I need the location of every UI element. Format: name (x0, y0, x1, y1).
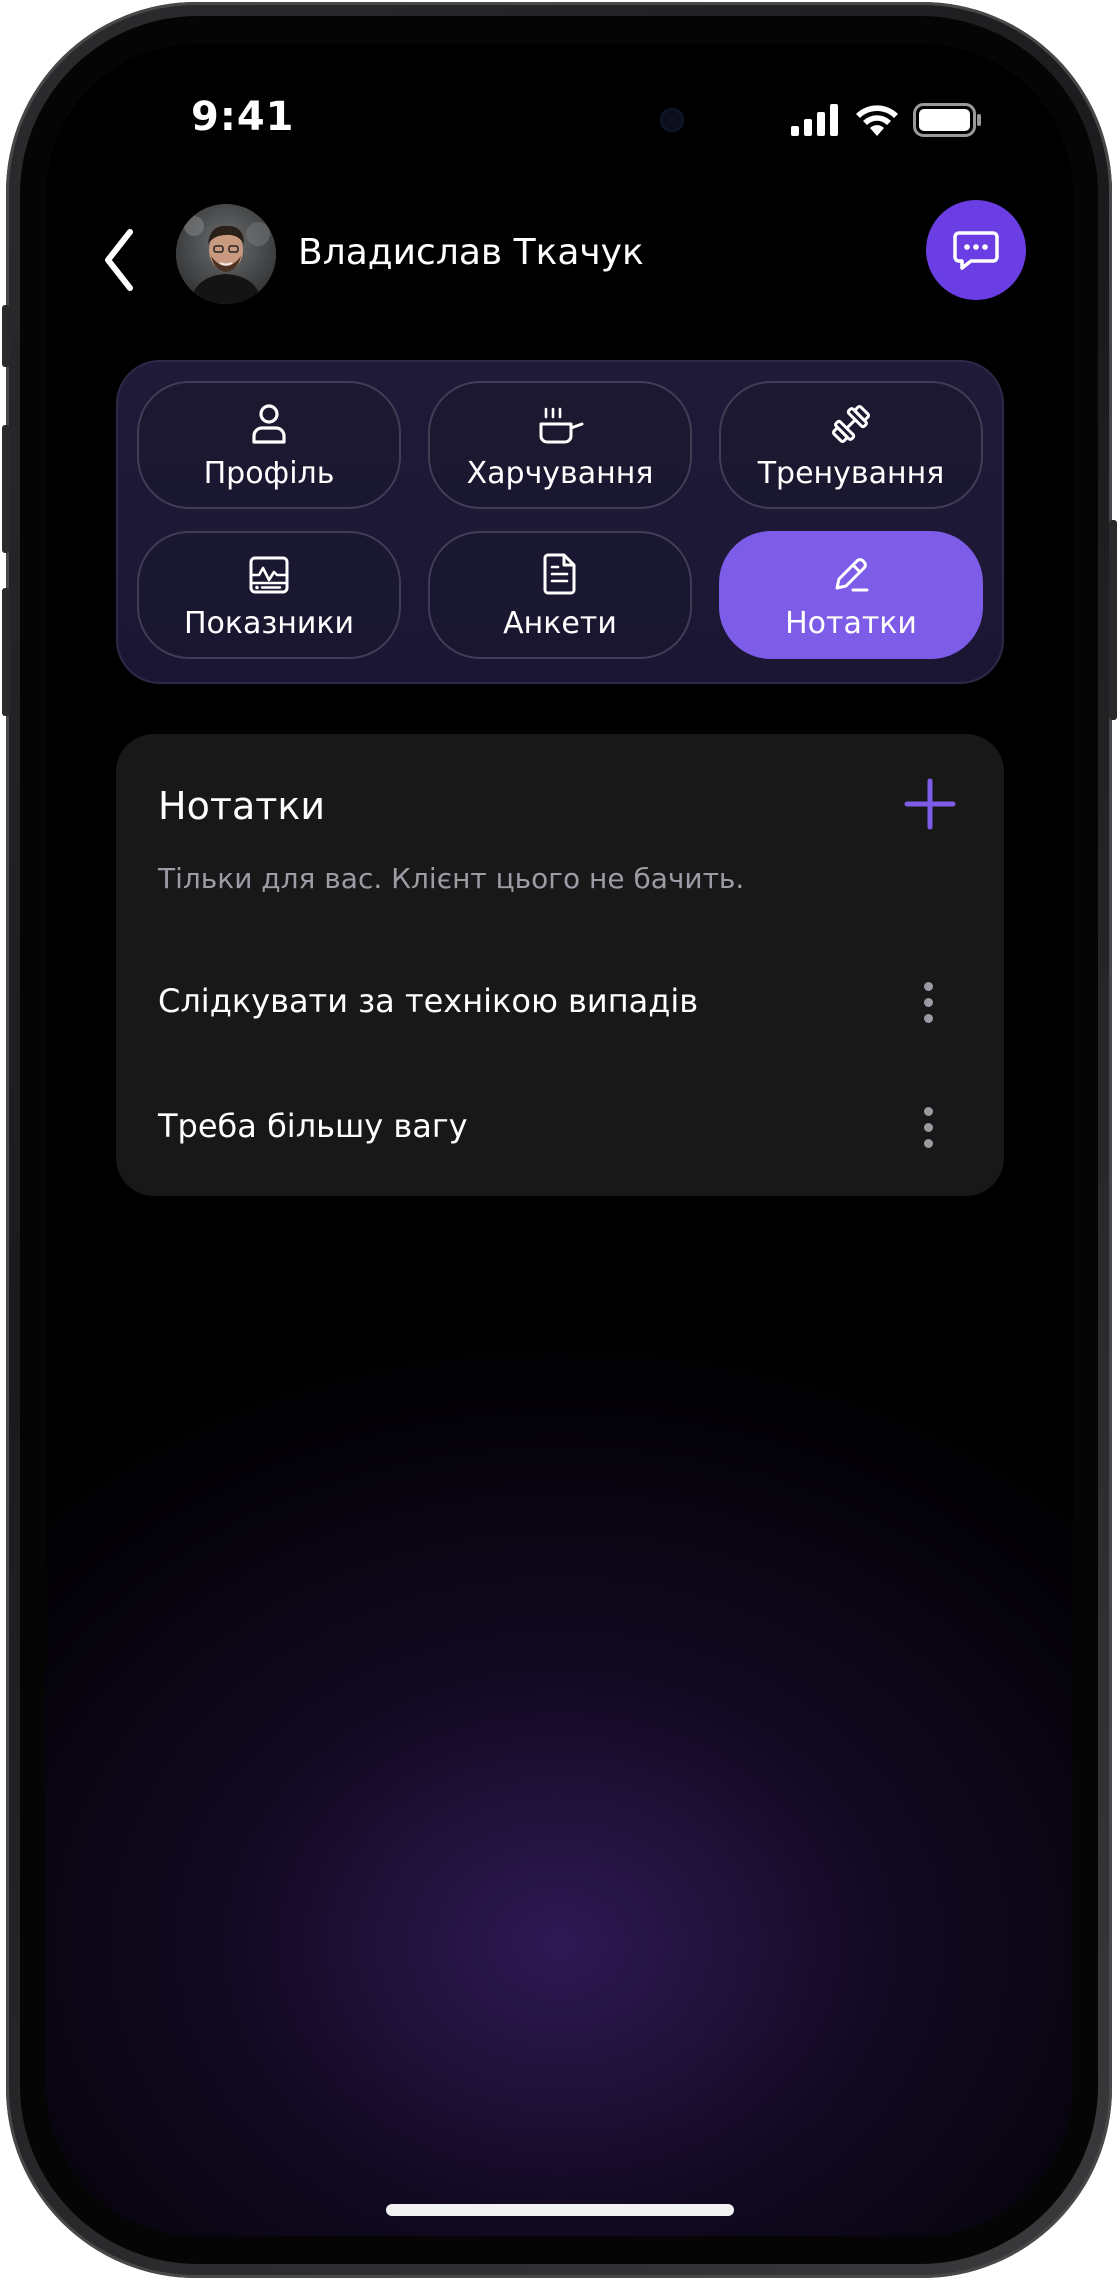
tab-label: Анкети (503, 605, 617, 641)
more-dot (923, 997, 933, 1007)
more-dot (923, 1122, 933, 1132)
more-dot (923, 1138, 933, 1148)
wifi-icon (856, 105, 898, 136)
pencil-icon (835, 557, 869, 591)
cellular-signal-icon (791, 104, 838, 136)
document-icon (543, 553, 576, 594)
note-more-button[interactable] (900, 968, 956, 1036)
status-icons (791, 102, 983, 138)
chat-bubble-icon (953, 231, 999, 270)
tab-profile[interactable]: Профіль (137, 381, 401, 509)
chart-icon (249, 556, 289, 593)
more-dot (923, 1013, 933, 1023)
note-more-button[interactable] (900, 1093, 956, 1161)
tab-nutrition[interactable]: Харчування (428, 381, 692, 509)
phone-volume-up-button (2, 425, 10, 553)
person-icon (252, 403, 286, 444)
user-name: Владислав Ткачук (298, 232, 644, 273)
home-indicator[interactable] (386, 2204, 734, 2216)
notes-card: Нотатки Тільки для вас. Клієнт цього не … (116, 734, 1004, 1196)
tab-label: Тренування (757, 455, 945, 491)
front-camera (660, 108, 684, 132)
dynamic-island (396, 74, 724, 166)
chat-button[interactable] (926, 200, 1026, 300)
section-tabs: Профіль Харчування Тренування Показники … (116, 360, 1004, 684)
add-note-button[interactable] (898, 772, 962, 836)
tab-notes[interactable]: Нотатки (719, 531, 983, 659)
cooking-pot-icon (539, 407, 584, 443)
note-item[interactable]: Треба більшу вагу (116, 1077, 1004, 1177)
dumbbell-icon (831, 404, 871, 443)
phone-side-button (2, 305, 10, 367)
tab-label: Показники (183, 605, 355, 641)
notes-title: Нотатки (158, 784, 326, 828)
tab-metrics[interactable]: Показники (137, 531, 401, 659)
more-vertical-icon (923, 981, 933, 991)
app-screen: 9:41 Владислав Ткачук Профіль Харчування… (46, 44, 1073, 2236)
back-button[interactable] (88, 222, 158, 298)
status-time: 9:41 (191, 94, 295, 140)
avatar-photo (176, 204, 276, 304)
phone-volume-down-button (2, 588, 10, 716)
tab-questionnaires[interactable]: Анкети (428, 531, 692, 659)
tab-workouts[interactable]: Тренування (719, 381, 983, 509)
tab-label: Харчування (466, 455, 654, 491)
notes-subtitle: Тільки для вас. Клієнт цього не бачить. (158, 862, 745, 895)
note-text: Слідкувати за технікою випадів (158, 982, 699, 1020)
tab-label: Профіль (203, 455, 335, 491)
tab-label: Нотатки (785, 605, 917, 641)
chevron-left-icon (105, 229, 133, 291)
avatar[interactable] (176, 204, 276, 304)
plus-icon (904, 778, 956, 830)
more-vertical-icon (923, 1106, 933, 1116)
note-item[interactable]: Слідкувати за технікою випадів (116, 952, 1004, 1052)
battery-icon (913, 103, 981, 137)
note-text: Треба більшу вагу (158, 1107, 468, 1145)
phone-power-button (1109, 520, 1117, 720)
